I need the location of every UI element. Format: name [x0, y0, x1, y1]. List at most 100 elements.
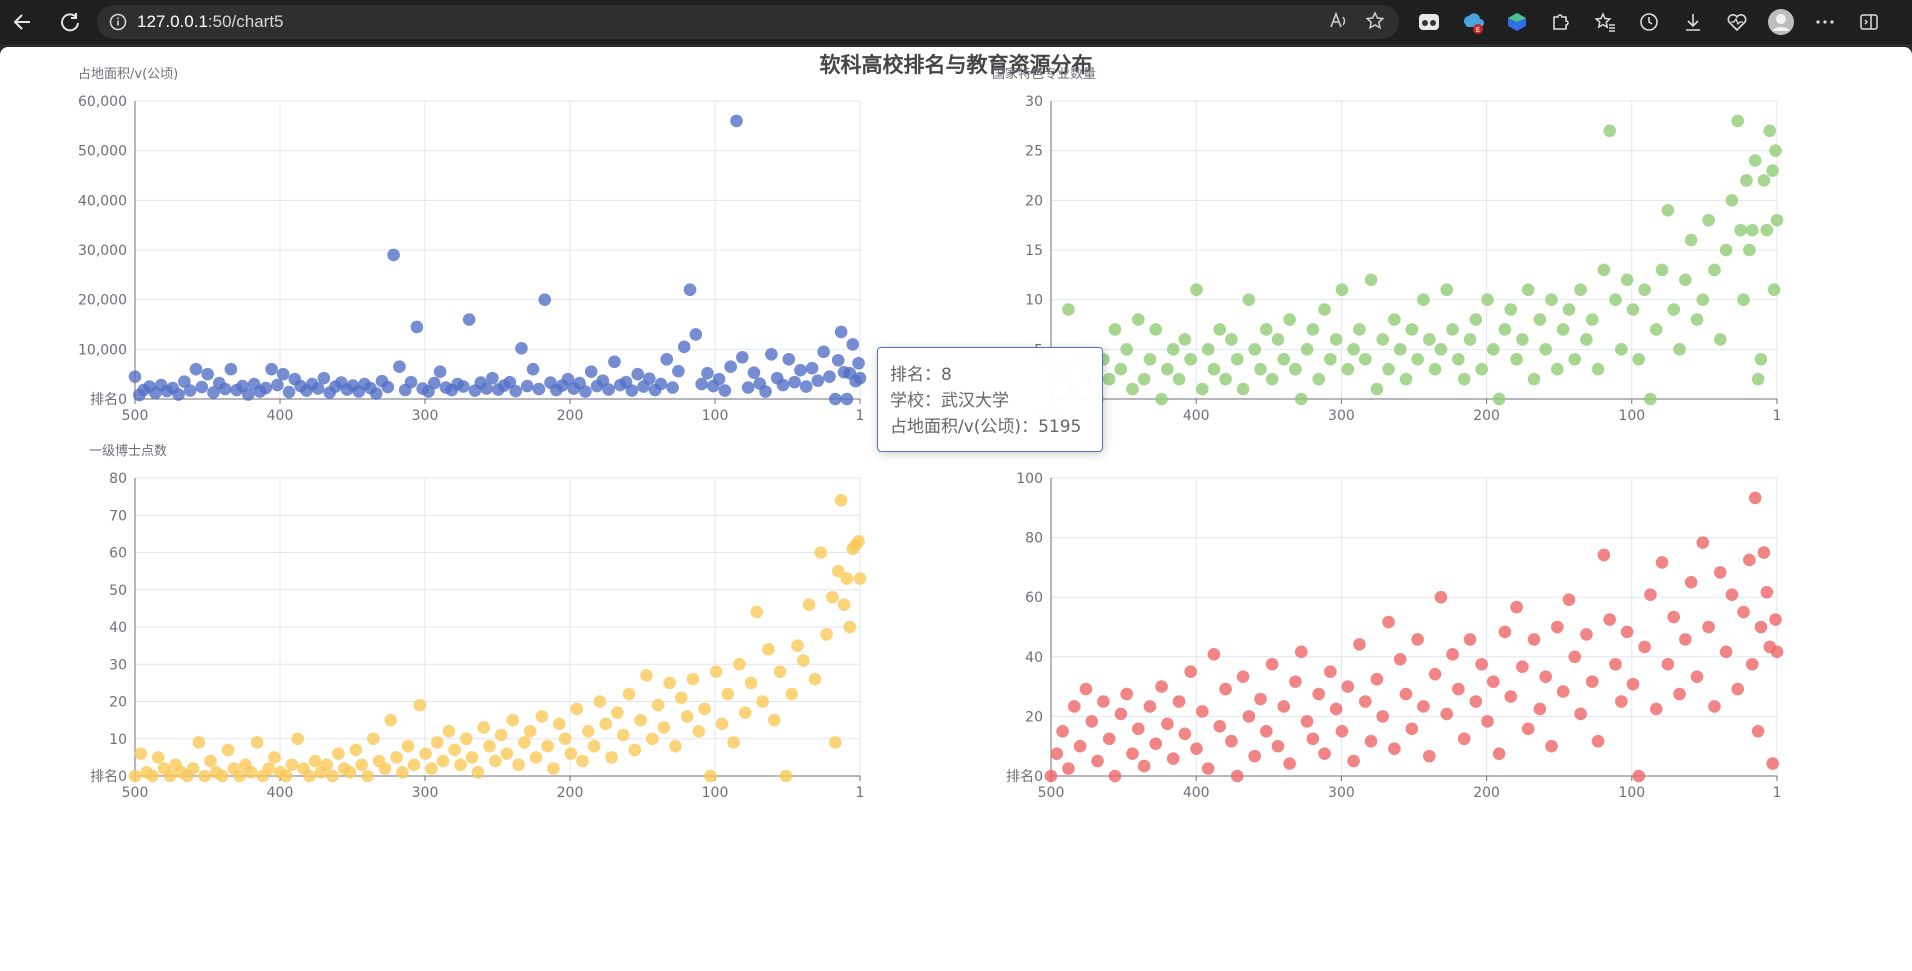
tooltip-metric-label: 占地面积/v(公顷) [890, 417, 1022, 437]
scatter-point [570, 702, 583, 716]
scatter-point [1457, 372, 1471, 386]
back-icon[interactable] [4, 4, 40, 40]
scatter-point [660, 352, 674, 366]
scatter-point [410, 320, 424, 334]
scatter-point [695, 377, 708, 391]
scatter-point [146, 769, 159, 783]
scatter-point [224, 362, 238, 376]
address-bar[interactable]: 127.0.0.1:50/chart5 [97, 5, 1399, 39]
extension-cloud-icon[interactable]: E [1456, 5, 1490, 39]
scatter-point [1690, 670, 1704, 683]
more-options-icon[interactable] [1808, 5, 1842, 39]
scatter-point [1754, 352, 1768, 366]
scatter-point [1131, 313, 1145, 326]
scatter-point [1452, 352, 1465, 366]
page-content: 软科高校排名与教育资源分布 排名0 10,000 20,000 30,000 40,00… [0, 47, 1912, 971]
scatter-point [291, 732, 305, 746]
scatter-point [1469, 695, 1483, 708]
scatter-point [1114, 707, 1128, 721]
scatter-point [355, 758, 368, 772]
refresh-icon[interactable] [52, 4, 88, 40]
scatter-point [1399, 372, 1413, 386]
scatter-point [1126, 382, 1139, 396]
scatter-point [1545, 739, 1558, 753]
url-text[interactable]: 127.0.0.1:50/chart5 [137, 12, 284, 32]
scatter-point [587, 739, 601, 753]
scatter-point [1580, 333, 1593, 346]
scatter-point [1137, 759, 1151, 773]
scatter-point [1120, 343, 1133, 356]
profile-avatar-icon[interactable] [1764, 5, 1798, 39]
scatter-point [1172, 372, 1186, 386]
scatter-point [462, 313, 476, 326]
scatter-point [1551, 362, 1564, 376]
scatter-point [1609, 293, 1622, 306]
read-aloud-icon[interactable] [1329, 11, 1349, 35]
scatter-point [1399, 687, 1413, 701]
scatter-point [1353, 323, 1366, 336]
extension-glasses-icon[interactable] [1412, 5, 1446, 39]
scatter-point [404, 375, 418, 389]
scatter-point [1585, 313, 1599, 326]
download-icon[interactable] [1676, 5, 1710, 39]
scatter-point [1318, 303, 1331, 316]
scatter-point [1393, 343, 1407, 356]
scatter-point [767, 713, 781, 727]
x-tick-label: 200 [1473, 785, 1500, 801]
scatter-point [1271, 333, 1285, 346]
scatter-point [1731, 682, 1745, 696]
favorites-icon[interactable] [1588, 5, 1622, 39]
scatter-point [430, 736, 444, 749]
scatter-point [1585, 675, 1599, 688]
tooltip-metric-row: 占地面积/v(公顷)：5195 [890, 417, 1082, 437]
scatter-point [1184, 665, 1197, 678]
scatter-point [259, 381, 273, 395]
scatter-point [584, 365, 598, 378]
scatter-point [1207, 362, 1221, 376]
scatter-point [1734, 223, 1747, 237]
scatter-point [265, 362, 278, 376]
y-tick-label: 20 [1025, 193, 1043, 209]
site-info-icon[interactable] [107, 11, 129, 33]
scatter-point [276, 367, 290, 381]
scatter-point [244, 765, 258, 779]
favorite-star-icon[interactable] [1365, 11, 1385, 35]
chart-2: 510152025305004003002001001国家特色专业数量 [992, 66, 1784, 424]
scatter-point [736, 350, 749, 364]
scatter-point [1743, 243, 1756, 257]
scatter-point [1079, 682, 1093, 696]
scatter-point [1769, 144, 1782, 157]
scatter-point [788, 375, 801, 389]
scatter-point [1149, 323, 1163, 336]
scatter-point [489, 754, 502, 768]
scatter-point [1306, 732, 1320, 746]
scatter-charts[interactable]: 排名0 10,000 20,000 30,000 40,000 50,000 60,000 5… [0, 47, 1912, 971]
y-tick-label: 50 [109, 583, 127, 599]
scatter-point [1725, 588, 1739, 602]
scatter-point [1056, 725, 1069, 738]
scatter-point [1580, 628, 1593, 641]
scatter-point [1201, 343, 1215, 356]
scatter-point [1632, 769, 1646, 783]
scatter-point [608, 355, 621, 369]
scatter-point [1615, 343, 1628, 356]
scatter-point [552, 717, 566, 731]
scatter-point [1574, 283, 1587, 297]
scatter-point [1597, 263, 1611, 277]
health-heart-icon[interactable] [1720, 5, 1754, 39]
extension-cube-icon[interactable] [1500, 5, 1534, 39]
scatter-point [712, 372, 726, 386]
scatter-point [1510, 352, 1523, 366]
scatter-point [634, 713, 647, 727]
history-icon[interactable] [1632, 5, 1666, 39]
extensions-puzzle-icon[interactable] [1544, 5, 1578, 39]
sidebar-toggle-icon[interactable] [1852, 5, 1886, 39]
x-tick-label: 400 [1183, 408, 1210, 424]
scatter-point [198, 769, 212, 783]
scatter-point [1719, 243, 1733, 257]
scatter-point [1126, 747, 1139, 760]
scatter-point [1766, 164, 1779, 177]
scatter-point [677, 340, 691, 354]
scatter-point [442, 725, 456, 738]
scatter-point [1184, 352, 1197, 366]
